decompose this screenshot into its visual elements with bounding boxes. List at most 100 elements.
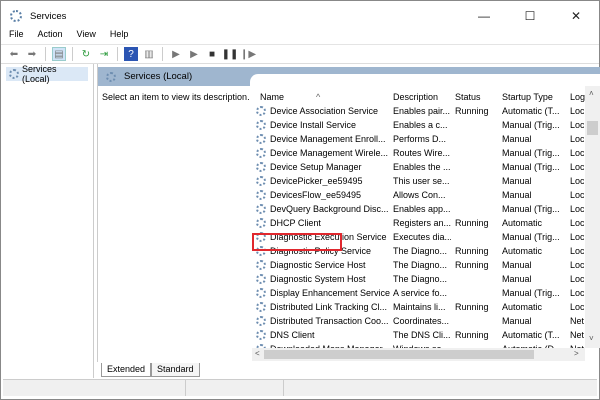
service-description: Enables app... — [393, 204, 451, 214]
gear-icon — [256, 302, 266, 312]
minimize-button[interactable]: — — [461, 1, 507, 31]
properties-icon[interactable]: ▥ — [142, 47, 156, 61]
service-description: The Diagno... — [393, 274, 448, 284]
services-panel: Services (Local) Select an item to view … — [97, 64, 600, 362]
view-tabs: Extended Standard — [101, 363, 200, 377]
back-icon[interactable]: ⬅ — [7, 47, 21, 61]
service-description: The Diagno... — [393, 246, 448, 256]
service-name: Display Enhancement Service — [270, 288, 391, 298]
service-row[interactable]: Distributed Link Tracking Cl... Maintains… — [252, 300, 584, 314]
column-description[interactable]: Description — [393, 92, 438, 102]
services-list: ^ Name Description Status Startup Type L… — [252, 86, 600, 362]
column-log-on-as[interactable]: Log — [570, 92, 585, 102]
service-row[interactable]: Device Management Enroll... Performs D...… — [252, 132, 584, 146]
service-row[interactable]: DevicePicker_ee59495 This user se... Manua… — [252, 174, 584, 188]
gear-icon — [256, 260, 266, 270]
help-icon[interactable]: ? — [124, 47, 138, 61]
toolbar: ⬅ ➡ ▤ ↻ ⇥ ? ▥ ▶ ▶ ■ ❚❚ ❙▶ — [1, 44, 599, 64]
start-service-icon[interactable]: ▶ — [169, 47, 183, 61]
service-startup: Manual (Trig... — [502, 162, 560, 172]
service-logon: Loc — [570, 260, 584, 270]
forward-icon[interactable]: ➡ — [25, 47, 39, 61]
service-row[interactable]: Diagnostic System Host The Diagno... Manua… — [252, 272, 584, 286]
service-logon: Net — [570, 316, 584, 326]
menu-action[interactable]: Action — [30, 29, 69, 43]
service-status: Running — [455, 260, 489, 270]
scroll-left-icon[interactable]: < — [255, 349, 260, 358]
stop-service-icon[interactable]: ■ — [205, 47, 219, 61]
service-row[interactable]: DNS Client The DNS Cli... Running Automatic… — [252, 328, 584, 342]
services-app-icon — [10, 10, 22, 22]
column-headers: ^ Name Description Status Startup Type L… — [252, 86, 585, 104]
menu-file[interactable]: File — [1, 29, 30, 43]
scroll-up-icon[interactable]: ˄ — [589, 89, 594, 98]
service-row[interactable]: Distributed Transaction Coo... Coordinate… — [252, 314, 584, 328]
maximize-button[interactable]: ☐ — [507, 1, 553, 31]
gear-icon — [256, 106, 266, 116]
service-row[interactable]: Device Setup Manager Enables the ... Manua… — [252, 160, 584, 174]
service-startup: Automatic — [502, 218, 543, 228]
service-row[interactable]: Device Association Service Enables pair..… — [252, 104, 584, 118]
service-row[interactable]: DevicesFlow_ee59495 Allows Con... Manual Lo… — [252, 188, 584, 202]
tree-item-services-local[interactable]: Services (Local) — [6, 64, 88, 84]
panel-header: Services (Local) — [98, 67, 600, 86]
service-name: Device Setup Manager — [270, 162, 362, 172]
column-status[interactable]: Status — [455, 92, 481, 102]
gear-icon — [106, 71, 116, 82]
service-name: DNS Client — [270, 330, 315, 340]
service-description: Registers an... — [393, 218, 451, 228]
horizontal-scroll-thumb[interactable] — [264, 350, 534, 359]
gear-icon — [256, 204, 266, 214]
service-row[interactable]: Device Management Wirele... Routes Wire..… — [252, 146, 584, 160]
service-startup: Manual — [502, 260, 532, 270]
title-bar: Services — ☐ ✕ — [1, 1, 599, 31]
restart-service-icon[interactable]: ❙▶ — [240, 47, 256, 61]
service-logon: Loc — [570, 190, 584, 200]
panel-title: Services (Local) — [124, 71, 193, 82]
service-logon: Loc — [570, 218, 584, 228]
service-name: Device Install Service — [270, 120, 357, 130]
gear-icon — [256, 120, 266, 130]
show-hide-console-tree-icon[interactable]: ▤ — [52, 47, 66, 61]
scroll-right-icon[interactable]: > — [574, 349, 579, 358]
service-description: The DNS Cli... — [393, 330, 451, 340]
start-service-alt-icon[interactable]: ▶ — [187, 47, 201, 61]
tab-extended[interactable]: Extended — [101, 363, 152, 377]
service-logon: Loc — [570, 120, 584, 130]
service-description: Performs D... — [393, 134, 447, 144]
service-row[interactable]: Device Install Service Enables a c... Manu… — [252, 118, 584, 132]
tab-standard[interactable]: Standard — [151, 363, 200, 377]
service-row[interactable]: Display Enhancement Service A service fo.… — [252, 286, 584, 300]
pause-service-icon[interactable]: ❚❚ — [222, 47, 239, 61]
vertical-scrollbar[interactable]: ˄ ˅ — [585, 86, 600, 348]
gear-icon — [256, 218, 266, 228]
export-list-icon[interactable]: ⇥ — [97, 47, 111, 61]
service-description: Maintains li... — [393, 302, 446, 312]
description-hint: Select an item to view its description. — [102, 92, 250, 102]
gear-icon — [256, 176, 266, 186]
service-status: Running — [455, 218, 489, 228]
service-row[interactable]: Diagnostic Service Host The Diagno... Runn… — [252, 258, 584, 272]
service-row[interactable]: DevQuery Background Disc... Enables app..… — [252, 202, 584, 216]
menu-view[interactable]: View — [69, 29, 102, 43]
horizontal-scrollbar[interactable]: < > — [252, 348, 585, 361]
gear-icon — [256, 288, 266, 298]
service-startup: Manual — [502, 190, 532, 200]
service-logon: Net — [570, 330, 584, 340]
column-name[interactable]: Name — [260, 92, 284, 102]
service-row[interactable]: DHCP Client Registers an... Running Automat… — [252, 216, 584, 230]
service-logon: Loc — [570, 274, 584, 284]
service-name: DHCP Client — [270, 218, 321, 228]
menu-help[interactable]: Help — [102, 29, 135, 43]
service-startup: Automatic — [502, 302, 543, 312]
service-name: Device Management Enroll... — [270, 134, 386, 144]
service-startup: Manual — [502, 274, 532, 284]
column-startup-type[interactable]: Startup Type — [502, 92, 553, 102]
vertical-scroll-thumb[interactable] — [587, 121, 598, 135]
service-startup: Automatic (T... — [502, 330, 560, 340]
refresh-icon[interactable]: ↻ — [79, 47, 93, 61]
service-status: Running — [455, 302, 489, 312]
service-status: Running — [455, 330, 489, 340]
scroll-down-icon[interactable]: ˅ — [589, 334, 594, 343]
close-button[interactable]: ✕ — [553, 1, 599, 31]
